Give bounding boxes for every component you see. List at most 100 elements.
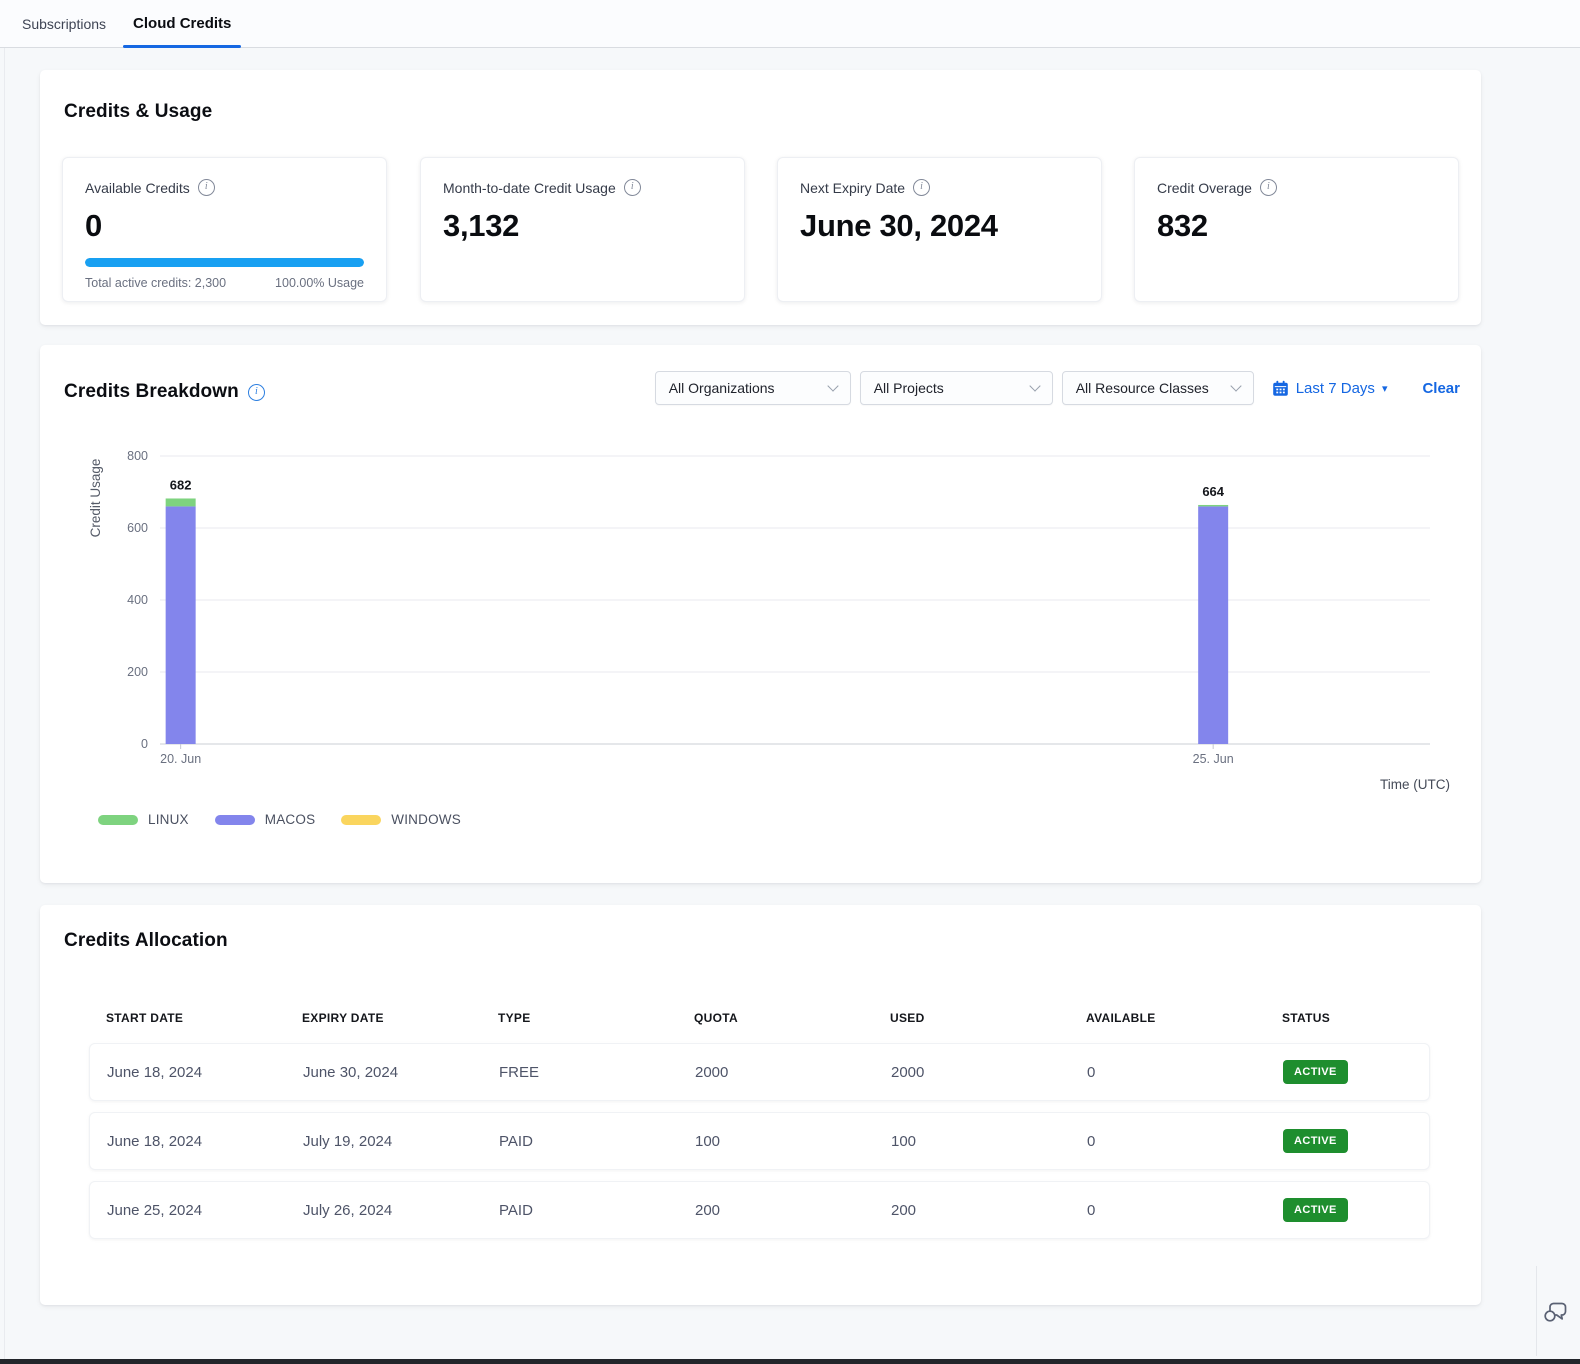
cell-quota: 2000 <box>678 1064 874 1081</box>
col-status: STATUS <box>1265 1011 1430 1025</box>
calendar-icon <box>1272 380 1289 397</box>
projects-select[interactable]: All Projects <box>860 371 1053 405</box>
col-quota: QUOTA <box>677 1011 873 1025</box>
legend-item-macos[interactable]: MACOS <box>215 812 316 827</box>
available-credits-label: Available Credits <box>85 180 190 196</box>
chat-support-icon[interactable] <box>1540 1296 1570 1326</box>
cell-start-date: June 18, 2024 <box>90 1064 286 1081</box>
cell-used: 2000 <box>874 1064 1070 1081</box>
mtd-usage-label: Month-to-date Credit Usage <box>443 180 616 196</box>
next-expiry-label: Next Expiry Date <box>800 180 905 196</box>
chart-legend: LINUX MACOS WINDOWS <box>98 812 461 827</box>
cell-type: FREE <box>482 1064 678 1081</box>
clear-filters-link[interactable]: Clear <box>1422 380 1460 397</box>
svg-text:25. Jun: 25. Jun <box>1193 752 1234 766</box>
content-left-divider <box>4 48 5 1359</box>
table-row: June 18, 2024 June 30, 2024 FREE 2000 20… <box>89 1043 1430 1101</box>
credits-allocation-card: Credits Allocation START DATE EXPIRY DAT… <box>40 905 1481 1305</box>
cell-available: 0 <box>1070 1133 1266 1150</box>
date-range-value: Last 7 Days <box>1296 380 1375 397</box>
projects-select-value: All Projects <box>874 380 944 396</box>
col-used: USED <box>873 1011 1069 1025</box>
window-bottom-edge <box>0 1359 1580 1364</box>
chart-filters: All Organizations All Projects All Resou… <box>655 371 1460 405</box>
cell-expiry-date: July 19, 2024 <box>286 1133 482 1150</box>
credits-progress-bar <box>85 258 364 267</box>
tab-bar: Subscriptions Cloud Credits <box>0 0 1580 48</box>
active-tab-indicator <box>123 45 241 48</box>
credits-usage-title: Credits & Usage <box>64 101 212 123</box>
cell-start-date: June 25, 2024 <box>90 1202 286 1219</box>
credits-usage-card: Credits & Usage Available Credits 0 Tota… <box>40 70 1481 325</box>
resource-classes-select[interactable]: All Resource Classes <box>1062 371 1254 405</box>
svg-text:200: 200 <box>127 665 148 679</box>
tab-cloud-credits-label: Cloud Credits <box>133 15 231 32</box>
credit-usage-chart: 0200400600800Credit Usage68220. Jun66425… <box>40 440 1481 860</box>
organizations-select-value: All Organizations <box>669 380 775 396</box>
svg-text:400: 400 <box>127 593 148 607</box>
total-active-credits-text: Total active credits: 2,300 <box>85 276 226 290</box>
info-icon[interactable] <box>913 179 930 196</box>
info-icon[interactable] <box>624 179 641 196</box>
legend-label: MACOS <box>265 812 316 827</box>
caret-down-icon <box>1382 382 1388 395</box>
date-range-picker[interactable]: Last 7 Days <box>1272 380 1388 397</box>
legend-swatch <box>215 815 255 825</box>
stacked-bar-chart: 0200400600800Credit Usage68220. Jun66425… <box>40 440 1481 800</box>
col-available: AVAILABLE <box>1069 1011 1265 1025</box>
allocation-table-header: START DATE EXPIRY DATE TYPE QUOTA USED A… <box>89 1011 1430 1025</box>
svg-text:20. Jun: 20. Jun <box>160 752 201 766</box>
cell-used: 200 <box>874 1202 1070 1219</box>
svg-text:682: 682 <box>170 477 192 492</box>
info-icon[interactable] <box>198 179 215 196</box>
legend-item-windows[interactable]: WINDOWS <box>341 812 461 827</box>
credits-breakdown-title: Credits Breakdown <box>64 381 239 403</box>
cell-type: PAID <box>482 1202 678 1219</box>
table-row: June 18, 2024 July 19, 2024 PAID 100 100… <box>89 1112 1430 1170</box>
svg-text:0: 0 <box>141 737 148 751</box>
organizations-select[interactable]: All Organizations <box>655 371 851 405</box>
usage-percent-text: 100.00% Usage <box>275 276 364 290</box>
chat-widget-divider <box>1536 1266 1537 1356</box>
chevron-down-icon <box>1230 380 1241 391</box>
tab-cloud-credits[interactable]: Cloud Credits <box>123 0 241 47</box>
legend-label: WINDOWS <box>391 812 461 827</box>
credits-allocation-title: Credits Allocation <box>64 930 228 952</box>
cell-used: 100 <box>874 1133 1070 1150</box>
cell-available: 0 <box>1070 1064 1266 1081</box>
credit-overage-card: Credit Overage 832 <box>1134 157 1459 302</box>
cell-type: PAID <box>482 1133 678 1150</box>
next-expiry-card: Next Expiry Date June 30, 2024 <box>777 157 1102 302</box>
mtd-usage-value: 3,132 <box>443 208 722 244</box>
chevron-down-icon <box>1029 380 1040 391</box>
col-type: TYPE <box>481 1011 677 1025</box>
available-credits-card: Available Credits 0 Total active credits… <box>62 157 387 302</box>
legend-swatch <box>341 815 381 825</box>
mtd-usage-card: Month-to-date Credit Usage 3,132 <box>420 157 745 302</box>
cell-quota: 200 <box>678 1202 874 1219</box>
legend-item-linux[interactable]: LINUX <box>98 812 189 827</box>
next-expiry-value: June 30, 2024 <box>800 208 1079 244</box>
info-icon[interactable] <box>248 384 265 401</box>
cell-available: 0 <box>1070 1202 1266 1219</box>
available-credits-value: 0 <box>85 208 364 244</box>
cell-quota: 100 <box>678 1133 874 1150</box>
cell-expiry-date: June 30, 2024 <box>286 1064 482 1081</box>
svg-text:664: 664 <box>1202 484 1224 499</box>
legend-swatch <box>98 815 138 825</box>
svg-text:600: 600 <box>127 521 148 535</box>
svg-text:Credit Usage: Credit Usage <box>88 459 103 538</box>
cell-start-date: June 18, 2024 <box>90 1133 286 1150</box>
status-badge: ACTIVE <box>1283 1060 1348 1084</box>
table-row: June 25, 2024 July 26, 2024 PAID 200 200… <box>89 1181 1430 1239</box>
credits-breakdown-card: Credits Breakdown All Organizations All … <box>40 345 1481 883</box>
chevron-down-icon <box>827 380 838 391</box>
col-expiry-date: EXPIRY DATE <box>285 1011 481 1025</box>
allocation-table: START DATE EXPIRY DATE TYPE QUOTA USED A… <box>89 1011 1430 1250</box>
legend-label: LINUX <box>148 812 189 827</box>
cell-expiry-date: July 26, 2024 <box>286 1202 482 1219</box>
svg-text:Time (UTC): Time (UTC) <box>1380 777 1450 792</box>
info-icon[interactable] <box>1260 179 1277 196</box>
resource-classes-select-value: All Resource Classes <box>1076 380 1209 396</box>
tab-subscriptions[interactable]: Subscriptions <box>22 0 106 47</box>
